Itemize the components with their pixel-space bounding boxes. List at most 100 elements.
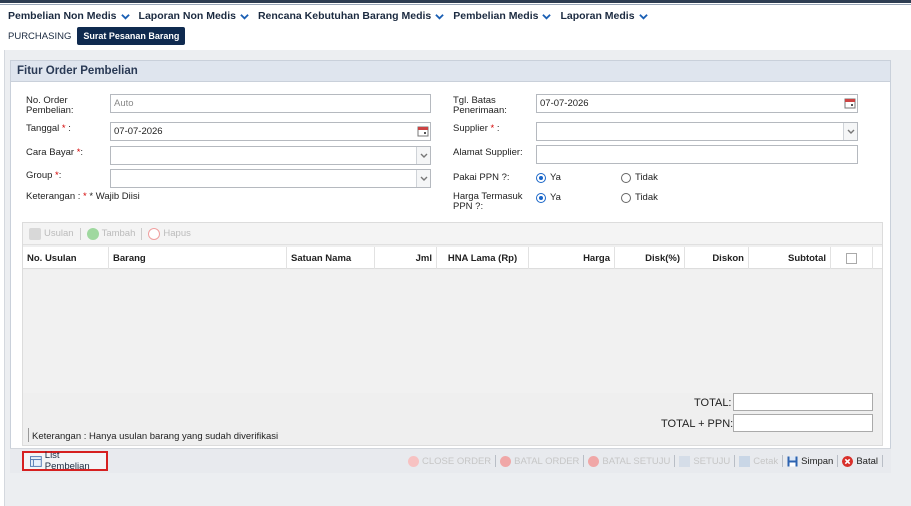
cetak-button[interactable]: Cetak (739, 455, 779, 467)
col-hna-lama[interactable]: HNA Lama (Rp) (437, 247, 529, 269)
list-icon (30, 455, 42, 467)
cara-bayar-label: Cara Bayar *: (26, 148, 83, 158)
tanggal-input[interactable]: 07-07-2026 (110, 122, 431, 141)
cetak-label: Cetak (753, 455, 779, 467)
harga-ppn-no-radio[interactable]: Tidak (621, 192, 658, 203)
nav-pembelian-medis[interactable]: Pembelian Medis (453, 10, 552, 22)
breadcrumb-active[interactable]: Surat Pesanan Barang (77, 27, 186, 45)
total-ppn-label: TOTAL + PPN: (661, 418, 734, 430)
calendar-icon[interactable] (417, 125, 429, 137)
batal-button[interactable]: Batal (842, 455, 878, 467)
close-order-icon (407, 455, 419, 467)
nav-rencana-kebutuhan[interactable]: Rencana Kebutuhan Barang Medis (258, 10, 444, 22)
harga-ppn-label: Harga Termasuk PPN ?: (453, 192, 523, 212)
nav-pembelian-non-medis[interactable]: Pembelian Non Medis (8, 10, 130, 22)
breadcrumb-root[interactable]: PURCHASING (8, 31, 71, 42)
required-mark: * (490, 123, 495, 134)
nav-label: Laporan Medis (560, 10, 635, 22)
col-satuan-nama[interactable]: Satuan Nama (287, 247, 375, 269)
nav-label: Rencana Kebutuhan Barang Medis (257, 10, 432, 22)
harga-ppn-no-label: Tidak (635, 192, 658, 203)
nav-laporan-medis[interactable]: Laporan Medis (560, 10, 648, 22)
supplier-select[interactable] (536, 122, 858, 141)
tambah-label: Tambah (101, 228, 136, 239)
supplier-label-text: Supplier (453, 123, 488, 134)
hapus-label: Hapus (163, 228, 191, 239)
setuju-label: SETUJU (693, 455, 731, 467)
keterangan-wajib: Keterangan : * * Wajib Diisi (26, 192, 140, 202)
tgl-batas-input[interactable]: 07-07-2026 (536, 94, 858, 113)
nav-laporan-non-medis[interactable]: Laporan Non Medis (139, 10, 249, 22)
calendar-icon[interactable] (844, 97, 856, 109)
simpan-button[interactable]: Simpan (787, 456, 833, 467)
hapus-button[interactable]: Hapus (148, 227, 191, 240)
no-order-input[interactable]: Auto (110, 94, 431, 113)
radio-checked-icon (536, 192, 546, 203)
required-mark: * (61, 123, 66, 134)
batal-setuju-button[interactable]: BATAL SETUJU (588, 455, 671, 467)
action-divider (495, 455, 497, 467)
batal-order-label: BATAL ORDER (514, 455, 580, 467)
total-ppn-input[interactable] (733, 414, 873, 432)
batal-setuju-label: BATAL SETUJU (602, 455, 671, 467)
tanggal-value: 07-07-2026 (114, 126, 163, 137)
action-divider (837, 455, 839, 467)
col-barang[interactable]: Barang (109, 247, 287, 269)
delete-icon (148, 227, 161, 240)
select-all-checkbox[interactable] (846, 252, 857, 264)
nav-label: Pembelian Medis (453, 10, 539, 22)
grid-header: No. Usulan Barang Satuan Nama Jml HNA La… (23, 247, 882, 269)
printer-icon (739, 455, 751, 467)
label-colon: : (68, 123, 71, 134)
radio-unchecked-icon (621, 192, 631, 203)
col-diskon[interactable]: Diskon (685, 247, 749, 269)
col-subtotal[interactable]: Subtotal (749, 247, 831, 269)
harga-ppn-yes-label: Ya (550, 192, 561, 203)
alamat-supplier-input[interactable] (536, 145, 858, 164)
group-label-text: Group (26, 170, 53, 181)
chevron-down-icon[interactable] (843, 123, 857, 140)
footer-actions: CLOSE ORDER BATAL ORDER BATAL SETUJU SET… (404, 453, 883, 469)
keterangan-note: Keterangan : Hanya usulan barang yang su… (32, 431, 279, 442)
action-divider (583, 455, 585, 467)
plus-icon (86, 227, 99, 240)
tanggal-label: Tanggal * : (26, 124, 71, 134)
action-divider (674, 455, 676, 467)
chevron-down-icon[interactable] (416, 147, 430, 164)
close-order-button[interactable]: CLOSE ORDER (407, 455, 491, 467)
label-colon: : (496, 123, 500, 134)
chevron-down-icon (120, 13, 130, 20)
harga-ppn-yes-radio[interactable]: Ya (536, 192, 561, 203)
chevron-down-icon (240, 13, 249, 20)
chevron-down-icon[interactable] (416, 170, 430, 187)
tambah-button[interactable]: Tambah (86, 227, 136, 240)
list-pembelian-button[interactable]: List Pembelian (22, 450, 108, 472)
setuju-button[interactable]: SETUJU (679, 455, 731, 467)
cancel-icon (588, 455, 600, 467)
nav-label: Laporan Non Medis (138, 10, 236, 22)
top-divider (0, 4, 911, 5)
ppn-yes-radio[interactable]: Ya (536, 172, 561, 183)
harga-ppn-label-line2: PPN ?: (453, 201, 484, 212)
tgl-batas-label-line2: Penerimaan: (453, 105, 507, 116)
supplier-label: Supplier * : (453, 124, 499, 134)
action-divider (882, 455, 883, 467)
total-label: TOTAL: (694, 397, 732, 409)
batal-label: Batal (856, 455, 878, 467)
label-colon: : (80, 147, 84, 158)
col-jml[interactable]: Jml (375, 247, 437, 269)
col-select-all (831, 247, 873, 269)
list-pembelian-label: List Pembelian (44, 450, 90, 472)
group-select[interactable] (110, 169, 431, 188)
col-disk-persen[interactable]: Disk(%) (615, 247, 685, 269)
usulan-button[interactable]: Usulan (29, 227, 74, 240)
ppn-no-radio[interactable]: Tidak (621, 172, 658, 183)
group-label: Group *: (26, 171, 61, 181)
col-no-usulan[interactable]: No. Usulan (23, 247, 109, 269)
col-harga[interactable]: Harga (529, 247, 615, 269)
cara-bayar-select[interactable] (110, 146, 431, 165)
chevron-down-icon (638, 13, 648, 20)
total-input[interactable] (733, 393, 873, 411)
batal-order-button[interactable]: BATAL ORDER (500, 455, 580, 467)
items-grid: Usulan Tambah Hapus No. Usulan Barang Sa… (22, 222, 883, 446)
